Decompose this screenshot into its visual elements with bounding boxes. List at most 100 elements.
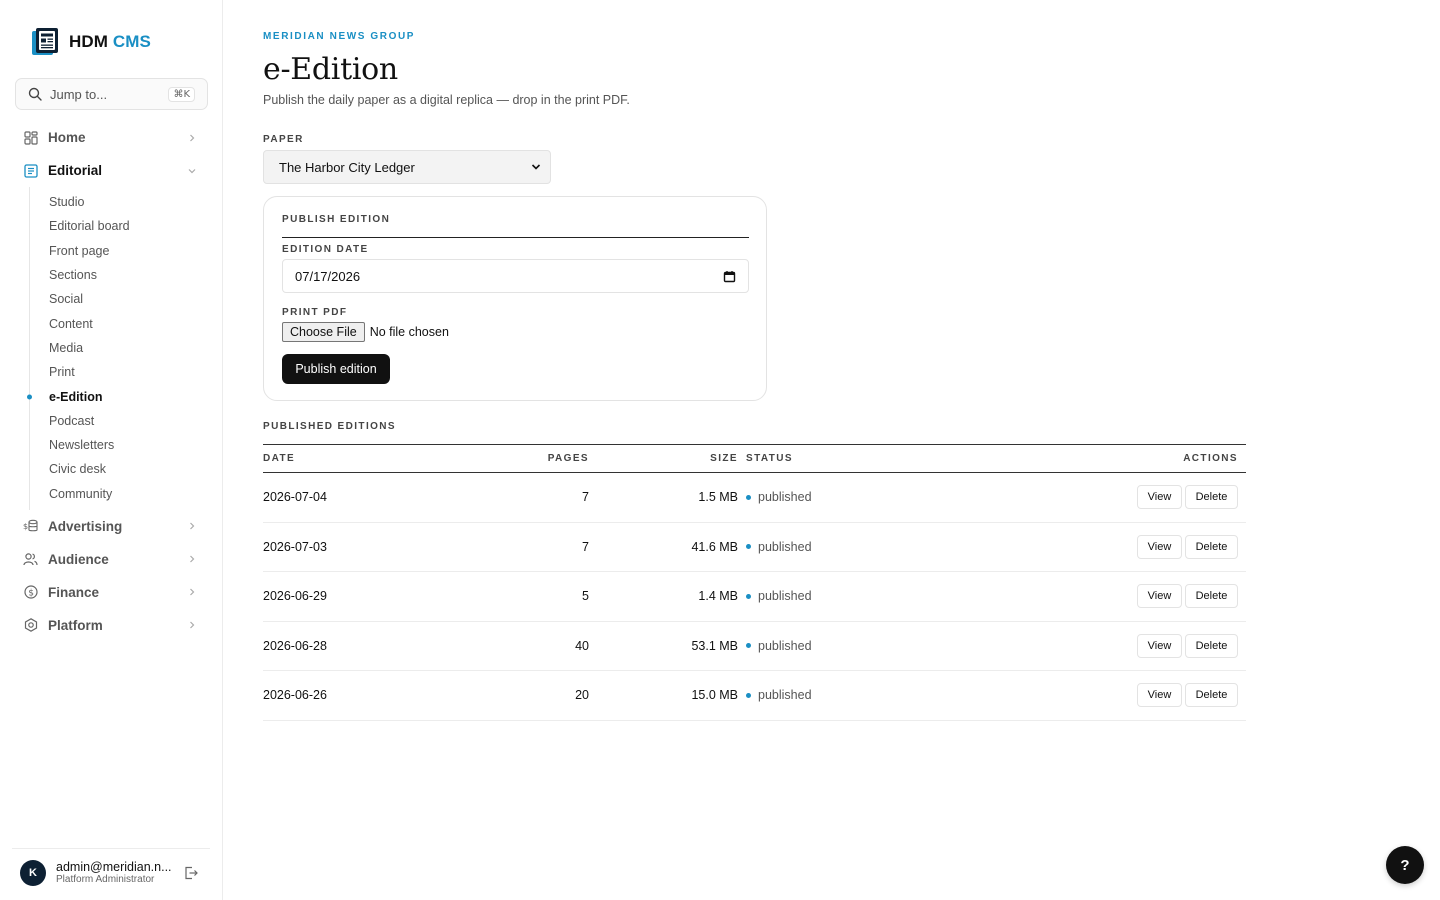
sidebar-item-civic-desk[interactable]: Civic desk <box>30 457 222 481</box>
paper-select-value: The Harbor City Ledger <box>279 159 415 175</box>
sidebar-item-media[interactable]: Media <box>30 336 222 360</box>
view-button[interactable]: View <box>1137 584 1182 609</box>
column-header-date: DATE <box>263 453 296 464</box>
nav-item-label: Advertising <box>48 518 123 534</box>
status-text: published <box>758 539 812 554</box>
table-header: DATE PAGES SIZE STATUS ACTIONS <box>263 444 1246 473</box>
row-actions: View Delete <box>938 683 1246 708</box>
chevron-right-icon <box>190 134 195 141</box>
status-dot <box>746 494 751 500</box>
publish-edition-heading: PUBLISH EDITION <box>282 214 391 225</box>
chevron-right-icon <box>190 522 195 530</box>
status-badge: published <box>738 639 938 653</box>
edition-date: 2026-06-26 <box>263 688 327 703</box>
editorial-submenu: Studio Editorial board Front page Sectio… <box>29 187 222 510</box>
publish-edition-button[interactable]: Publish edition <box>282 354 390 384</box>
status-dot <box>746 692 751 698</box>
status-badge: published <box>738 589 938 603</box>
sidebar-item-community[interactable]: Community <box>30 482 222 506</box>
file-status: No file chosen <box>369 325 449 339</box>
help-button[interactable]: ? <box>1386 846 1424 884</box>
hexagon-gear-icon <box>23 618 38 633</box>
table-row: 2026-06-29 5 1.4 MB published View Delete <box>263 572 1246 622</box>
edition-date-field[interactable]: 07/17/2026 <box>282 259 749 293</box>
row-actions: View Delete <box>938 633 1246 658</box>
shortcut-badge: ⌘K <box>168 86 195 102</box>
search-icon <box>28 87 42 101</box>
logout-icon[interactable] <box>184 866 198 880</box>
edition-date: 2026-07-04 <box>263 490 327 505</box>
chevron-right-icon <box>190 621 195 629</box>
nav-item-editorial[interactable]: Editorial <box>0 154 222 187</box>
delete-button[interactable]: Delete <box>1185 584 1238 609</box>
sidebar-item-editorial-board[interactable]: Editorial board <box>30 214 222 238</box>
calendar-icon[interactable] <box>723 270 736 283</box>
edition-size: 41.6 MB <box>691 539 738 554</box>
sidebar-item-newsletters[interactable]: Newsletters <box>30 433 222 457</box>
coins-icon: $ <box>23 519 38 534</box>
status-dot <box>746 643 751 649</box>
page-title: e-Edition <box>263 52 398 87</box>
row-actions: View Delete <box>938 534 1246 559</box>
column-header-actions-label: ACTIONS <box>1183 453 1238 464</box>
delete-button[interactable]: Delete <box>1185 683 1238 708</box>
jump-to-search[interactable]: Jump to... ⌘K <box>15 78 208 110</box>
nav-item-platform[interactable]: Platform <box>0 609 222 642</box>
published-editions-heading: PUBLISHED EDITIONS <box>263 421 396 432</box>
sidebar-item-content[interactable]: Content <box>30 311 222 335</box>
table-row: 2026-06-26 20 15.0 MB published View Dele… <box>263 671 1246 721</box>
sidebar-item-e-edition[interactable]: e-Edition <box>30 384 222 408</box>
status-badge: published <box>738 540 938 554</box>
view-button[interactable]: View <box>1137 534 1182 559</box>
view-button[interactable]: View <box>1137 683 1182 708</box>
user-role: Platform Administrator <box>56 873 155 885</box>
status-dot <box>746 593 751 599</box>
status-badge: published <box>738 688 938 702</box>
avatar[interactable]: K <box>20 859 46 886</box>
view-button[interactable]: View <box>1137 633 1182 658</box>
chevron-right-icon <box>190 588 195 596</box>
delete-button[interactable]: Delete <box>1185 485 1238 510</box>
nav-item-label: Home <box>48 130 86 145</box>
table-row: 2026-07-04 7 1.5 MB published View Delete <box>263 473 1246 523</box>
sidebar-item-sections[interactable]: Sections <box>30 263 222 287</box>
choose-file-button[interactable]: Choose File <box>282 322 365 342</box>
edition-size: 1.4 MB <box>698 589 738 604</box>
editions-table: DATE PAGES SIZE STATUS ACTIONS 2026-07-0… <box>263 444 1246 721</box>
nav-item-label: Audience <box>48 551 109 567</box>
paper-select[interactable]: The Harbor City Ledger <box>263 150 551 184</box>
nav-item-label: Platform <box>48 617 103 633</box>
print-pdf-label: PRINT PDF <box>282 307 348 318</box>
print-pdf-file-input: Choose File No file chosen <box>282 322 449 342</box>
column-header-status: STATUS <box>746 453 793 464</box>
status-text: published <box>758 490 812 505</box>
sidebar-item-print[interactable]: Print <box>30 360 222 384</box>
nav-item-home[interactable]: Home <box>0 121 222 154</box>
sidebar-item-studio[interactable]: Studio <box>30 190 222 214</box>
brand-primary: HDM <box>69 32 109 51</box>
table-row: 2026-07-03 7 41.6 MB published View Delet… <box>263 523 1246 572</box>
nav-item-advertising[interactable]: $ Advertising <box>0 510 222 543</box>
edition-date: 2026-06-29 <box>263 589 327 604</box>
edition-pages: 40 <box>575 638 589 653</box>
nav-item-finance[interactable]: $ Finance <box>0 576 222 609</box>
org-eyebrow: MERIDIAN NEWS GROUP <box>263 31 416 42</box>
view-button[interactable]: View <box>1137 485 1182 510</box>
grid-icon <box>23 130 38 145</box>
sidebar-item-podcast[interactable]: Podcast <box>30 409 222 433</box>
sidebar-item-social[interactable]: Social <box>30 287 222 311</box>
sidebar: HDM CMS Jump to... ⌘K Home Editorial Stu… <box>0 0 223 900</box>
edition-size: 15.0 MB <box>691 688 738 703</box>
delete-button[interactable]: Delete <box>1185 534 1238 559</box>
brand[interactable]: HDM CMS <box>31 27 151 57</box>
brand-accent: CMS <box>112 32 151 51</box>
nav-item-audience[interactable]: Audience <box>0 543 222 576</box>
nav-item-label: Editorial <box>48 163 103 178</box>
sidebar-item-front-page[interactable]: Front page <box>30 239 222 263</box>
edition-size: 1.5 MB <box>698 490 738 505</box>
row-actions: View Delete <box>938 485 1246 510</box>
chevron-right-icon <box>190 555 195 563</box>
publish-edition-heading-row: PUBLISH EDITION <box>282 214 749 238</box>
delete-button[interactable]: Delete <box>1185 633 1238 658</box>
page-subtitle: Publish the daily paper as a digital rep… <box>263 93 630 107</box>
